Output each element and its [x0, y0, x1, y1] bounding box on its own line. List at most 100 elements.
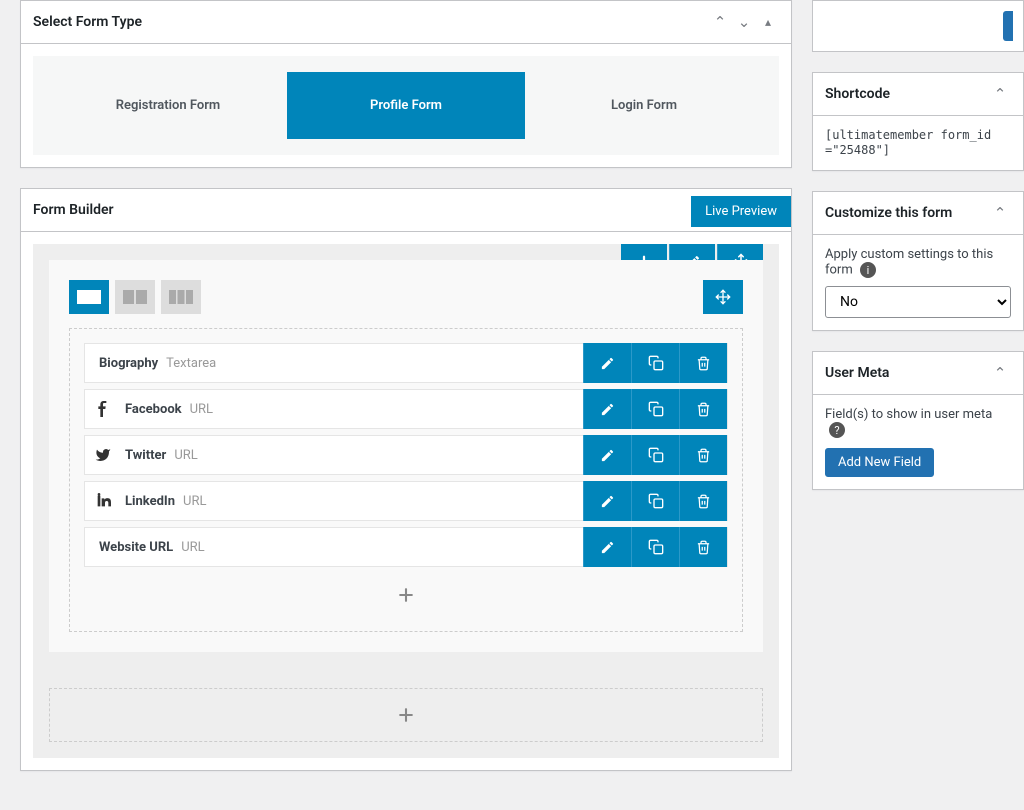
field-duplicate-button[interactable] [631, 527, 679, 567]
panel-title: User Meta [825, 365, 889, 381]
trash-icon [696, 494, 711, 509]
row-drag-handle[interactable] [703, 280, 743, 314]
field-delete-button[interactable] [679, 527, 727, 567]
field-actions [583, 481, 727, 521]
twitter-icon [85, 447, 121, 463]
trash-icon [696, 540, 711, 555]
add-row-slot[interactable] [49, 688, 763, 742]
panel-body: [ultimatemember form_id="25488"] [813, 116, 1023, 170]
field-item[interactable]: LinkedIn URL [84, 481, 728, 521]
field-type: URL [190, 402, 213, 417]
field-edit-button[interactable] [583, 389, 631, 429]
field-item[interactable]: Twitter URL [84, 435, 728, 475]
tab-label: Login Form [611, 98, 677, 113]
linkedin-icon [85, 493, 121, 509]
column-layout-tabs [69, 280, 743, 314]
field-duplicate-button[interactable] [631, 435, 679, 475]
copy-icon [648, 539, 664, 555]
panel-title: Select Form Type [33, 14, 142, 30]
field-label: LinkedIn [121, 494, 183, 509]
panel-header: Customize this form [813, 192, 1023, 235]
field-delete-button[interactable] [679, 435, 727, 475]
tab-registration-form[interactable]: Registration Form [49, 72, 287, 139]
field-label: Biography [85, 356, 166, 371]
select-form-type-panel: Select Form Type Registration Form Profi… [20, 0, 792, 168]
pencil-icon [600, 494, 615, 509]
facebook-icon [85, 401, 121, 417]
panel-header: Form Builder [21, 189, 791, 232]
customize-desc: Apply custom settings to this form [825, 247, 993, 277]
field-actions [583, 527, 727, 567]
copy-icon [648, 493, 664, 509]
panel-body: Registration Form Profile Form Login For… [21, 44, 791, 167]
help-icon[interactable]: i [860, 262, 876, 278]
shortcode-text[interactable]: [ultimatemember form_id="25488"] [825, 128, 991, 157]
plus-icon [396, 705, 416, 725]
collapse-toggle-icon[interactable] [757, 11, 779, 33]
field-type: URL [181, 540, 204, 555]
tab-profile-form[interactable]: Profile Form [287, 72, 525, 139]
move-up-icon[interactable] [989, 83, 1011, 105]
field-delete-button[interactable] [679, 481, 727, 521]
panel-handles [989, 202, 1011, 224]
panel-body: Live Preview [21, 232, 791, 770]
field-delete-button[interactable] [679, 389, 727, 429]
tab-login-form[interactable]: Login Form [525, 72, 763, 139]
field-label: Website URL [85, 540, 181, 555]
field-type: URL [174, 448, 197, 463]
panel-title: Customize this form [825, 205, 952, 221]
panel-handles [989, 83, 1011, 105]
panel-body: Apply custom settings to this form i No [813, 235, 1023, 330]
plus-icon [396, 585, 416, 605]
builder-row: Biography Textarea Facebook [49, 260, 763, 652]
field-duplicate-button[interactable] [631, 481, 679, 521]
field-item[interactable]: Website URL URL [84, 527, 728, 567]
field-edit-button[interactable] [583, 343, 631, 383]
user-meta-panel: User Meta Field(s) to show in user meta … [812, 351, 1024, 490]
field-type: URL [183, 494, 206, 509]
copy-icon [648, 401, 664, 417]
field-edit-button[interactable] [583, 527, 631, 567]
copy-icon [648, 447, 664, 463]
custom-settings-select[interactable]: No [825, 286, 1011, 318]
panel-title: Shortcode [825, 86, 890, 102]
field-item[interactable]: Biography Textarea [84, 343, 728, 383]
layout-1col-tab[interactable] [69, 280, 109, 314]
move-down-icon[interactable] [733, 11, 755, 33]
field-duplicate-button[interactable] [631, 343, 679, 383]
copy-icon [648, 355, 664, 371]
publish-panel-stub [812, 0, 1024, 52]
add-new-field-button[interactable]: Add New Field [825, 448, 934, 477]
live-preview-button[interactable]: Live Preview [691, 196, 791, 227]
layout-3col-tab[interactable] [161, 280, 201, 314]
layout-2col-icon [123, 290, 147, 304]
add-field-slot[interactable] [84, 573, 728, 617]
pencil-icon [600, 448, 615, 463]
panel-title: Form Builder [33, 202, 114, 218]
builder-stage: Biography Textarea Facebook [33, 244, 779, 758]
move-up-icon[interactable] [709, 11, 731, 33]
customize-form-panel: Customize this form Apply custom setting… [812, 191, 1024, 331]
trash-icon [696, 402, 711, 417]
move-up-icon[interactable] [989, 202, 1011, 224]
field-duplicate-button[interactable] [631, 389, 679, 429]
field-type: Textarea [166, 356, 216, 371]
field-list: Biography Textarea Facebook [69, 328, 743, 632]
layout-2col-tab[interactable] [115, 280, 155, 314]
field-label: Twitter [121, 448, 174, 463]
primary-button-edge[interactable] [1003, 11, 1013, 41]
user-meta-desc: Field(s) to show in user meta [825, 407, 992, 422]
field-edit-button[interactable] [583, 481, 631, 521]
pencil-icon [600, 540, 615, 555]
panel-body: Field(s) to show in user meta ? Add New … [813, 395, 1023, 489]
help-icon[interactable]: ? [829, 422, 845, 438]
panel-handles [989, 362, 1011, 384]
field-delete-button[interactable] [679, 343, 727, 383]
move-up-icon[interactable] [989, 362, 1011, 384]
tab-label: Registration Form [116, 98, 220, 113]
panel-header: Select Form Type [21, 1, 791, 44]
form-type-tabs: Registration Form Profile Form Login For… [33, 56, 779, 155]
field-item[interactable]: Facebook URL [84, 389, 728, 429]
field-edit-button[interactable] [583, 435, 631, 475]
panel-handles [709, 11, 779, 33]
